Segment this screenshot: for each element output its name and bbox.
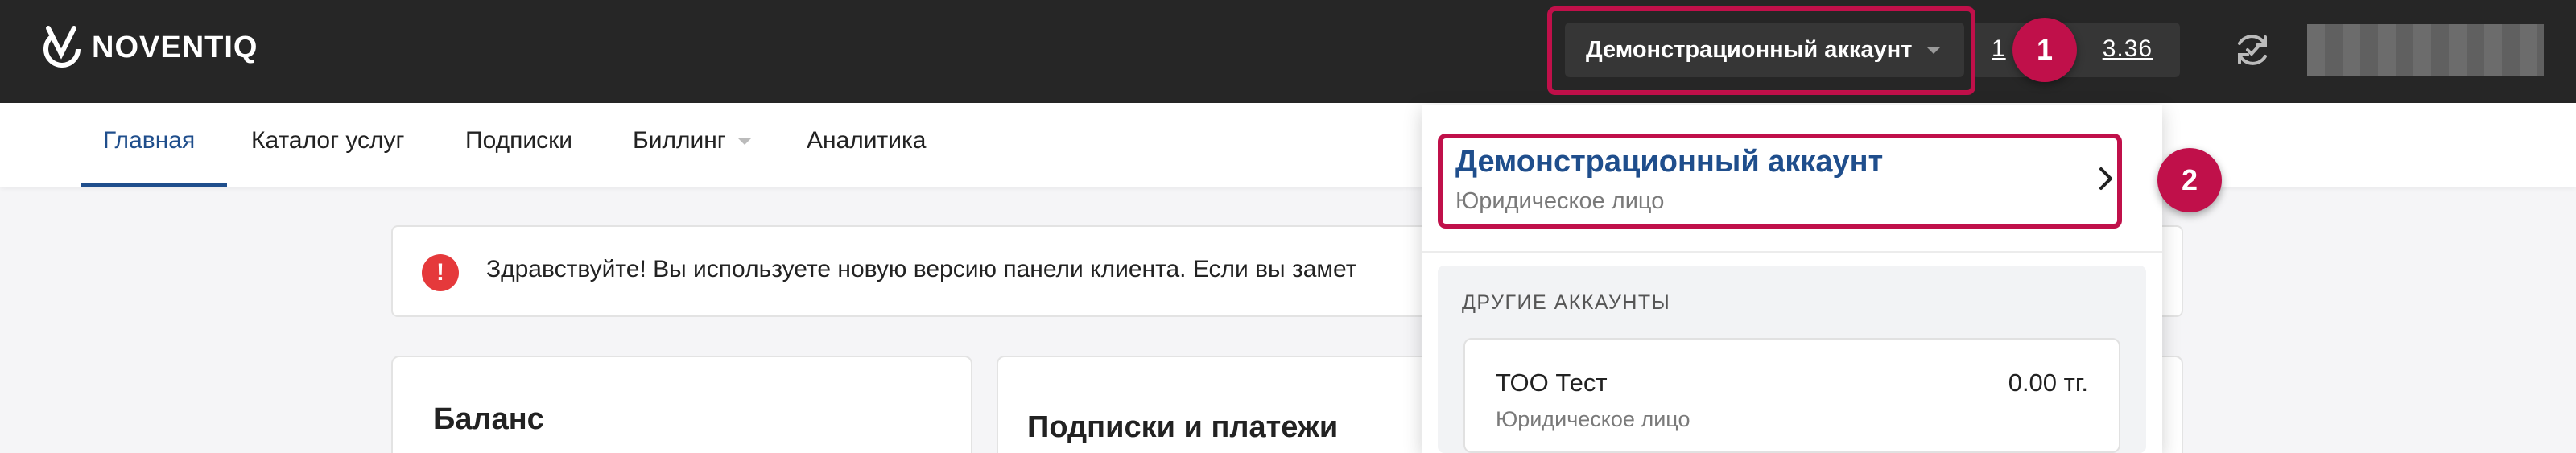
divider: [1422, 251, 2162, 253]
logo[interactable]: NOVENTIQ: [37, 19, 258, 76]
user-avatar-blurred[interactable]: [2307, 24, 2544, 76]
logo-text: NOVENTIQ: [92, 30, 258, 64]
highlight-current-account: [1438, 134, 2122, 229]
nav-item-label: Главная: [103, 127, 196, 154]
sync-icon[interactable]: [2230, 27, 2275, 72]
nav-item-analytics[interactable]: Аналитика: [807, 127, 927, 154]
nav-item-home[interactable]: Главная: [103, 127, 195, 154]
subscriptions-card-title: Подписки и платежи: [1027, 410, 1339, 444]
alert-icon: !: [422, 254, 459, 291]
balance-card: Баланс: [391, 356, 972, 453]
annotation-badge-1: 1: [2013, 18, 2077, 82]
annotation-badge-2: 2: [2157, 148, 2222, 212]
other-accounts-section: ДРУГИЕ АККАУНТЫ ТОО Тест Юридическое лиц…: [1438, 266, 2146, 453]
nav-item-label: Биллинг: [633, 127, 726, 154]
alert-text: Здравствуйте! Вы используете новую верси…: [486, 256, 1357, 282]
nav-item-billing[interactable]: Биллинг: [633, 127, 752, 154]
nav-item-catalog[interactable]: Каталог услуг: [251, 127, 405, 154]
other-account-amount: 0.00 тг.: [2008, 369, 2088, 397]
nav-item-label: Каталог услуг: [251, 127, 405, 154]
top-bar: NOVENTIQ Демонстрационный аккаунт 1 3.36: [0, 0, 2576, 103]
other-account-item[interactable]: ТОО Тест Юридическое лицо 0.00 тг.: [1463, 338, 2120, 453]
other-accounts-title: ДРУГИЕ АККАУНТЫ: [1462, 291, 1671, 314]
nav-item-label: Подписки: [465, 127, 572, 154]
active-tab-indicator: [80, 183, 227, 187]
caret-down-icon: [737, 137, 752, 145]
highlight-account-selector: [1547, 6, 1975, 95]
nav-item-label: Аналитика: [807, 127, 927, 154]
other-account-type: Юридическое лицо: [1496, 407, 1690, 431]
other-account-name: ТОО Тест: [1496, 369, 1608, 397]
nav-item-subscriptions[interactable]: Подписки: [465, 127, 572, 154]
noventiq-logo-icon: [43, 26, 80, 68]
balance-card-title: Баланс: [433, 402, 544, 436]
